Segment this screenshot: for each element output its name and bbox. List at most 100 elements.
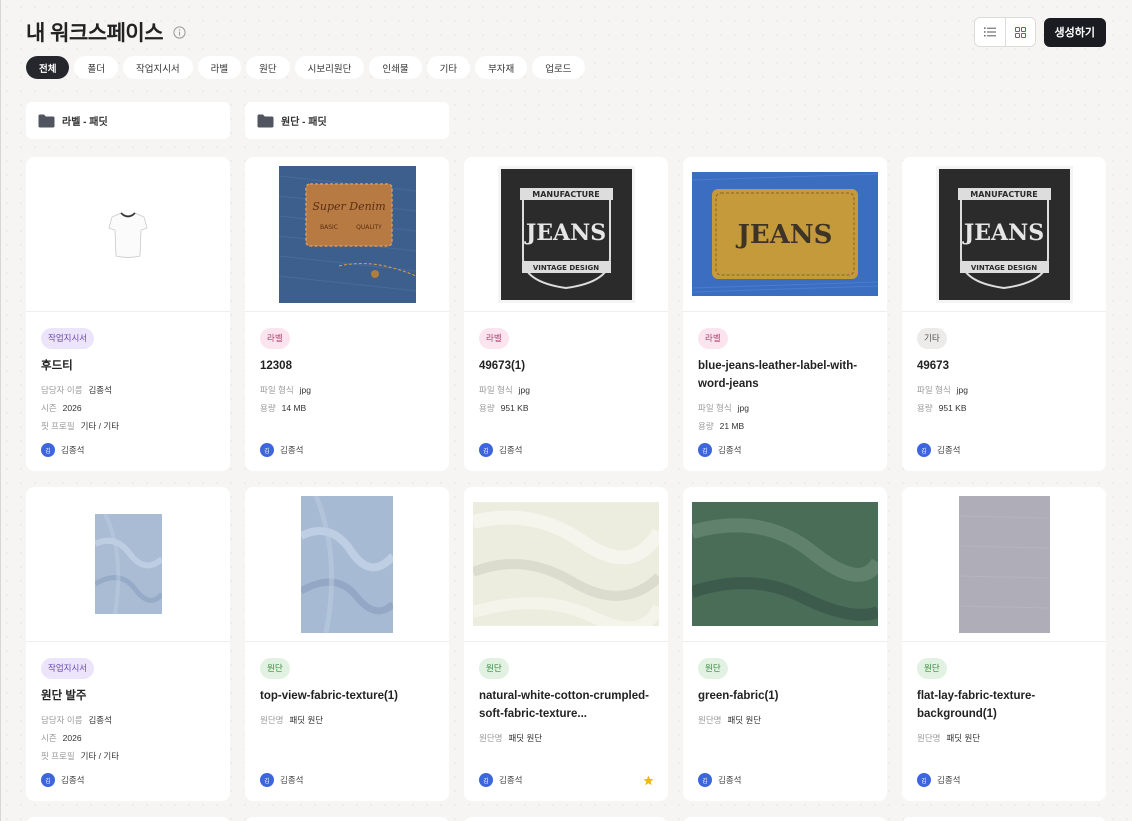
owner-name: 김종석 bbox=[937, 445, 961, 455]
card-thumbnail bbox=[26, 487, 230, 642]
card-thumbnail bbox=[683, 487, 887, 642]
svg-text:MANUFACTURE: MANUFACTURE bbox=[970, 190, 1038, 199]
svg-text:VINTAGE DESIGN: VINTAGE DESIGN bbox=[532, 264, 598, 272]
meta-key: 담당자 이름 bbox=[41, 385, 83, 395]
meta-value: 김종석 bbox=[88, 715, 112, 725]
meta-key: 파일 형식 bbox=[479, 385, 513, 395]
card-owner: 김 김종석 bbox=[698, 773, 741, 787]
filter-chip-print[interactable]: 인쇄물 bbox=[369, 56, 422, 79]
asset-card[interactable]: 원단 natural-white-cotton-crumpled-soft-fa… bbox=[464, 487, 668, 801]
svg-text:VINTAGE DESIGN: VINTAGE DESIGN bbox=[970, 264, 1036, 272]
meta-key: 원단명 bbox=[917, 733, 941, 743]
category-tag: 작업지시서 bbox=[41, 328, 95, 349]
meta-value: 패딧 원단 bbox=[508, 733, 543, 743]
owner-name: 김종석 bbox=[499, 775, 523, 785]
meta-key: 담당자 이름 bbox=[41, 715, 83, 725]
avatar: 김 bbox=[917, 773, 931, 787]
category-tag: 라벨 bbox=[260, 328, 290, 349]
owner-name: 김종석 bbox=[499, 445, 523, 455]
card-thumbnail bbox=[245, 487, 449, 642]
meta-value: jpg bbox=[956, 385, 968, 395]
category-tag: 원단 bbox=[698, 658, 728, 679]
card-thumbnail: MANUFACTURE JEANS VINTAGE DESIGN bbox=[902, 157, 1106, 312]
filter-chip-folder[interactable]: 폴더 bbox=[74, 56, 118, 79]
asset-card[interactable]: 원단 flat-lay-fabric-texture-background(1)… bbox=[902, 487, 1106, 801]
filter-chip-fabric[interactable]: 원단 bbox=[246, 56, 290, 79]
meta-key: 파일 형식 bbox=[917, 385, 951, 395]
owner-name: 김종석 bbox=[280, 445, 304, 455]
folder-icon bbox=[38, 114, 55, 127]
card-title: flat-lay-fabric-texture-background(1) bbox=[917, 690, 1036, 720]
card-thumbnail bbox=[902, 487, 1106, 642]
info-icon[interactable] bbox=[173, 25, 186, 39]
filter-chip-work-order[interactable]: 작업지시서 bbox=[122, 56, 193, 79]
green-fabric-image bbox=[692, 502, 878, 626]
card-thumbnail: JEANS bbox=[683, 157, 887, 312]
category-tag: 라벨 bbox=[479, 328, 509, 349]
asset-card-partial[interactable] bbox=[245, 817, 449, 821]
asset-card-partial[interactable] bbox=[902, 817, 1106, 821]
asset-card[interactable]: 원단 top-view-fabric-texture(1) 원단명 패딧 원단 김… bbox=[245, 487, 449, 801]
folder-item[interactable]: 라벨 - 패딧 bbox=[26, 102, 230, 139]
asset-card-partial[interactable] bbox=[26, 817, 230, 821]
avatar: 김 bbox=[479, 773, 493, 787]
asset-card[interactable]: 작업지시서 원단 발주 담당자 이름 김종석 시즌 2026 핏 프로필 기타 / 기… bbox=[26, 487, 230, 801]
avatar: 김 bbox=[698, 773, 712, 787]
asset-card[interactable]: JEANS 라벨 blue-jeans-leather-label-with-w… bbox=[683, 157, 887, 471]
filter-chip-all[interactable]: 전체 bbox=[26, 56, 70, 79]
filter-chips: 전체 폴더 작업지시서 라벨 원단 시보리원단 인쇄물 기타 부자재 업로드 bbox=[26, 56, 585, 79]
asset-card[interactable]: 원단 green-fabric(1) 원단명 패딧 원단 김 김종석 bbox=[683, 487, 887, 801]
asset-card-partial[interactable] bbox=[683, 817, 887, 821]
asset-card-partial[interactable] bbox=[464, 817, 668, 821]
favorite-star-icon[interactable] bbox=[643, 775, 654, 786]
meta-value: 김종석 bbox=[88, 385, 112, 395]
meta-key: 핏 프로필 bbox=[41, 751, 75, 761]
card-title: green-fabric(1) bbox=[698, 690, 779, 702]
create-button[interactable]: 생성하기 bbox=[1043, 17, 1106, 47]
owner-name: 김종석 bbox=[718, 775, 742, 785]
meta-key: 시즌 bbox=[41, 403, 57, 413]
card-title: 후드티 bbox=[41, 360, 73, 372]
avatar: 김 bbox=[41, 443, 55, 457]
meta-key: 파일 형식 bbox=[698, 403, 732, 413]
next-row-cards bbox=[26, 817, 1106, 821]
card-owner: 김 김종석 bbox=[917, 773, 960, 787]
grey-fabric-image bbox=[958, 495, 1050, 633]
meta-key: 시즌 bbox=[41, 733, 57, 743]
meta-key: 원단명 bbox=[698, 715, 722, 725]
card-owner: 김 김종석 bbox=[698, 443, 741, 457]
filter-chip-upload[interactable]: 업로드 bbox=[532, 56, 585, 79]
card-owner: 김 김종석 bbox=[41, 773, 84, 787]
filter-chip-label[interactable]: 라벨 bbox=[197, 56, 242, 79]
asset-card[interactable]: 작업지시서 후드티 담당자 이름 김종석 시즌 2026 핏 프로필 기타 / 기타 … bbox=[26, 157, 230, 471]
card-owner: 김 김종석 bbox=[260, 773, 303, 787]
grid-view-button[interactable] bbox=[1004, 18, 1035, 46]
category-tag: 원단 bbox=[260, 658, 290, 679]
filter-chip-etc[interactable]: 기타 bbox=[426, 56, 471, 79]
owner-name: 김종석 bbox=[718, 445, 742, 455]
asset-card[interactable]: MANUFACTURE JEANS VINTAGE DESIGN 라벨 4967… bbox=[464, 157, 668, 471]
svg-text:BASIC: BASIC bbox=[320, 224, 338, 231]
category-tag: 기타 bbox=[917, 328, 947, 349]
card-owner: 김 김종석 bbox=[917, 443, 960, 457]
folder-item[interactable]: 원단 - 패딧 bbox=[245, 102, 449, 139]
grid-icon bbox=[1014, 26, 1026, 38]
list-view-button[interactable] bbox=[974, 18, 1005, 46]
avatar: 김 bbox=[698, 443, 712, 457]
card-thumbnail bbox=[26, 157, 230, 312]
filter-chip-accessory[interactable]: 부자재 bbox=[475, 56, 528, 79]
filter-chip-rib-fabric[interactable]: 시보리원단 bbox=[294, 56, 365, 79]
card-thumbnail: MANUFACTURE JEANS VINTAGE DESIGN bbox=[464, 157, 668, 312]
jeans-badge-image: MANUFACTURE JEANS VINTAGE DESIGN bbox=[935, 165, 1073, 303]
jeans-badge-image: MANUFACTURE JEANS VINTAGE DESIGN bbox=[497, 165, 635, 303]
card-title: 원단 발주 bbox=[41, 690, 87, 702]
meta-value: jpg bbox=[518, 385, 530, 395]
asset-card[interactable]: Super Denim BASIC QUALITY 라벨 12308 파일 형식… bbox=[245, 157, 449, 471]
blue-fabric-image bbox=[94, 514, 162, 614]
folder-label: 라벨 - 패딧 bbox=[62, 117, 108, 128]
list-icon bbox=[983, 27, 996, 37]
asset-card[interactable]: MANUFACTURE JEANS VINTAGE DESIGN 기타 4967… bbox=[902, 157, 1106, 471]
owner-name: 김종석 bbox=[280, 775, 304, 785]
category-tag: 라벨 bbox=[698, 328, 728, 349]
tshirt-image bbox=[108, 212, 148, 258]
